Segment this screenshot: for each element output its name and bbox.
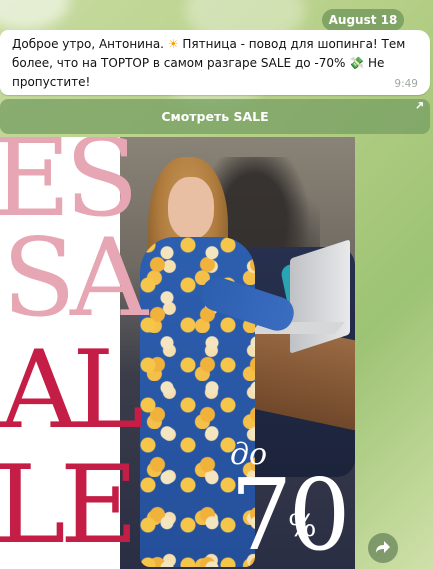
view-sale-button[interactable]: Смотреть SALE <box>0 99 430 134</box>
promo-image[interactable]: ES SA AL LE до 70 % <box>0 137 355 569</box>
sale-letters-line: SA <box>2 216 148 341</box>
money-wings-emoji-icon: 💸 <box>349 56 365 70</box>
message-time: 9:49 <box>394 78 418 90</box>
model-face <box>168 177 214 239</box>
message-text: Доброе утро, Антонина. ☀ Пятница - повод… <box>12 35 407 92</box>
discount-percent-sign: % <box>288 509 317 544</box>
message-text-part: Доброе утро, Антонина. <box>12 37 168 51</box>
sale-letters-line: LE <box>0 443 139 568</box>
background-flower-petal <box>0 0 70 30</box>
laptop <box>290 239 350 354</box>
date-badge: August 18 <box>322 9 404 31</box>
message-bubble[interactable]: Доброе утро, Антонина. ☀ Пятница - повод… <box>0 30 430 95</box>
sale-letters-line: AL <box>0 328 144 453</box>
share-button[interactable] <box>368 533 398 563</box>
external-link-arrow-icon <box>415 101 424 113</box>
sale-lettering: ES SA AL LE <box>0 137 150 569</box>
sun-emoji-icon: ☀ <box>167 37 179 51</box>
share-arrow-icon <box>375 539 391 558</box>
date-label: August 18 <box>328 13 398 27</box>
view-sale-button-label: Смотреть SALE <box>161 109 269 124</box>
